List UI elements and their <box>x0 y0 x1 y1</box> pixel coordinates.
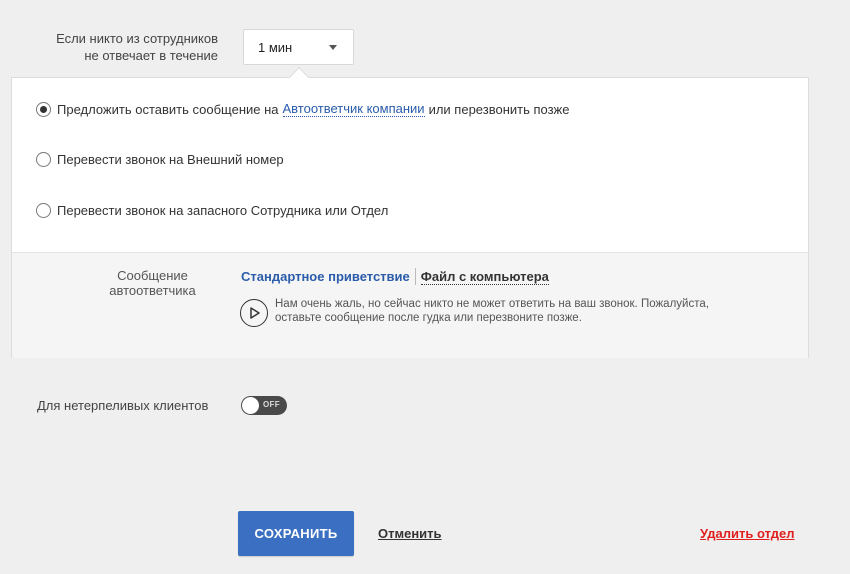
panel-notch <box>289 67 309 87</box>
option-external-number-label: Перевести звонок на Внешний номер <box>57 152 284 167</box>
greeting-text-line1: Нам очень жаль, но сейчас никто не может… <box>275 298 709 310</box>
voicemail-message-label: Сообщение автоответчика <box>92 268 213 298</box>
voicemail-message-section: Сообщение автоответчика Стандартное прив… <box>12 252 808 358</box>
tab-separator <box>414 268 416 285</box>
timeout-select-value: 1 мин <box>258 40 293 55</box>
option-voicemail[interactable]: Предложить оставить сообщение на Автоотв… <box>36 101 569 117</box>
call-routing-settings: Если никто из сотрудников не отвечает в … <box>0 0 850 574</box>
radio-voicemail[interactable] <box>36 101 51 117</box>
toggle-knob <box>242 397 259 414</box>
impatient-clients-toggle[interactable]: OFF <box>241 396 287 415</box>
option-external-number[interactable]: Перевести звонок на Внешний номер <box>36 152 284 167</box>
tab-standard-greeting[interactable]: Стандартное приветствие <box>241 269 415 284</box>
option-backup-employee[interactable]: Перевести звонок на запасного Сотрудника… <box>36 203 388 218</box>
tab-file-from-computer[interactable]: Файл с компьютера <box>420 269 549 285</box>
option-voicemail-suffix: или перезвонить позже <box>428 101 570 117</box>
company-voicemail-link[interactable]: Автоответчик компании <box>282 101 425 117</box>
voicemail-message-label-line1: Сообщение <box>117 268 188 283</box>
greeting-text-line2: оставьте сообщение после гудка или перез… <box>275 312 582 324</box>
caret-down-icon <box>329 45 337 50</box>
no-answer-options-panel: Предложить оставить сообщение на Автоотв… <box>11 67 809 358</box>
option-voicemail-prefix: Предложить оставить сообщение на <box>57 101 279 117</box>
play-icon[interactable] <box>240 299 268 327</box>
cancel-link[interactable]: Отменить <box>378 526 442 541</box>
save-button[interactable]: СОХРАНИТЬ <box>238 511 354 556</box>
greeting-text: Нам очень жаль, но сейчас никто не может… <box>275 297 775 325</box>
timeout-label: Если никто из сотрудников не отвечает в … <box>20 30 218 64</box>
voicemail-message-label-line2: автоответчика <box>109 283 196 298</box>
option-backup-employee-label: Перевести звонок на запасного Сотрудника… <box>57 203 389 218</box>
radio-backup-employee[interactable] <box>36 203 51 218</box>
timeout-select[interactable]: 1 мин <box>243 29 354 65</box>
delete-department-link[interactable]: Удалить отдел <box>700 526 795 541</box>
toggle-state-text: OFF <box>263 400 280 409</box>
timeout-label-line1: Если никто из сотрудников <box>56 31 218 46</box>
radio-external-number[interactable] <box>36 152 51 167</box>
message-source-tabs: Стандартное приветствие Файл с компьютер… <box>241 268 549 285</box>
timeout-label-line2: не отвечает в течение <box>84 48 218 63</box>
impatient-clients-label: Для нетерпеливых клиентов <box>37 398 209 413</box>
